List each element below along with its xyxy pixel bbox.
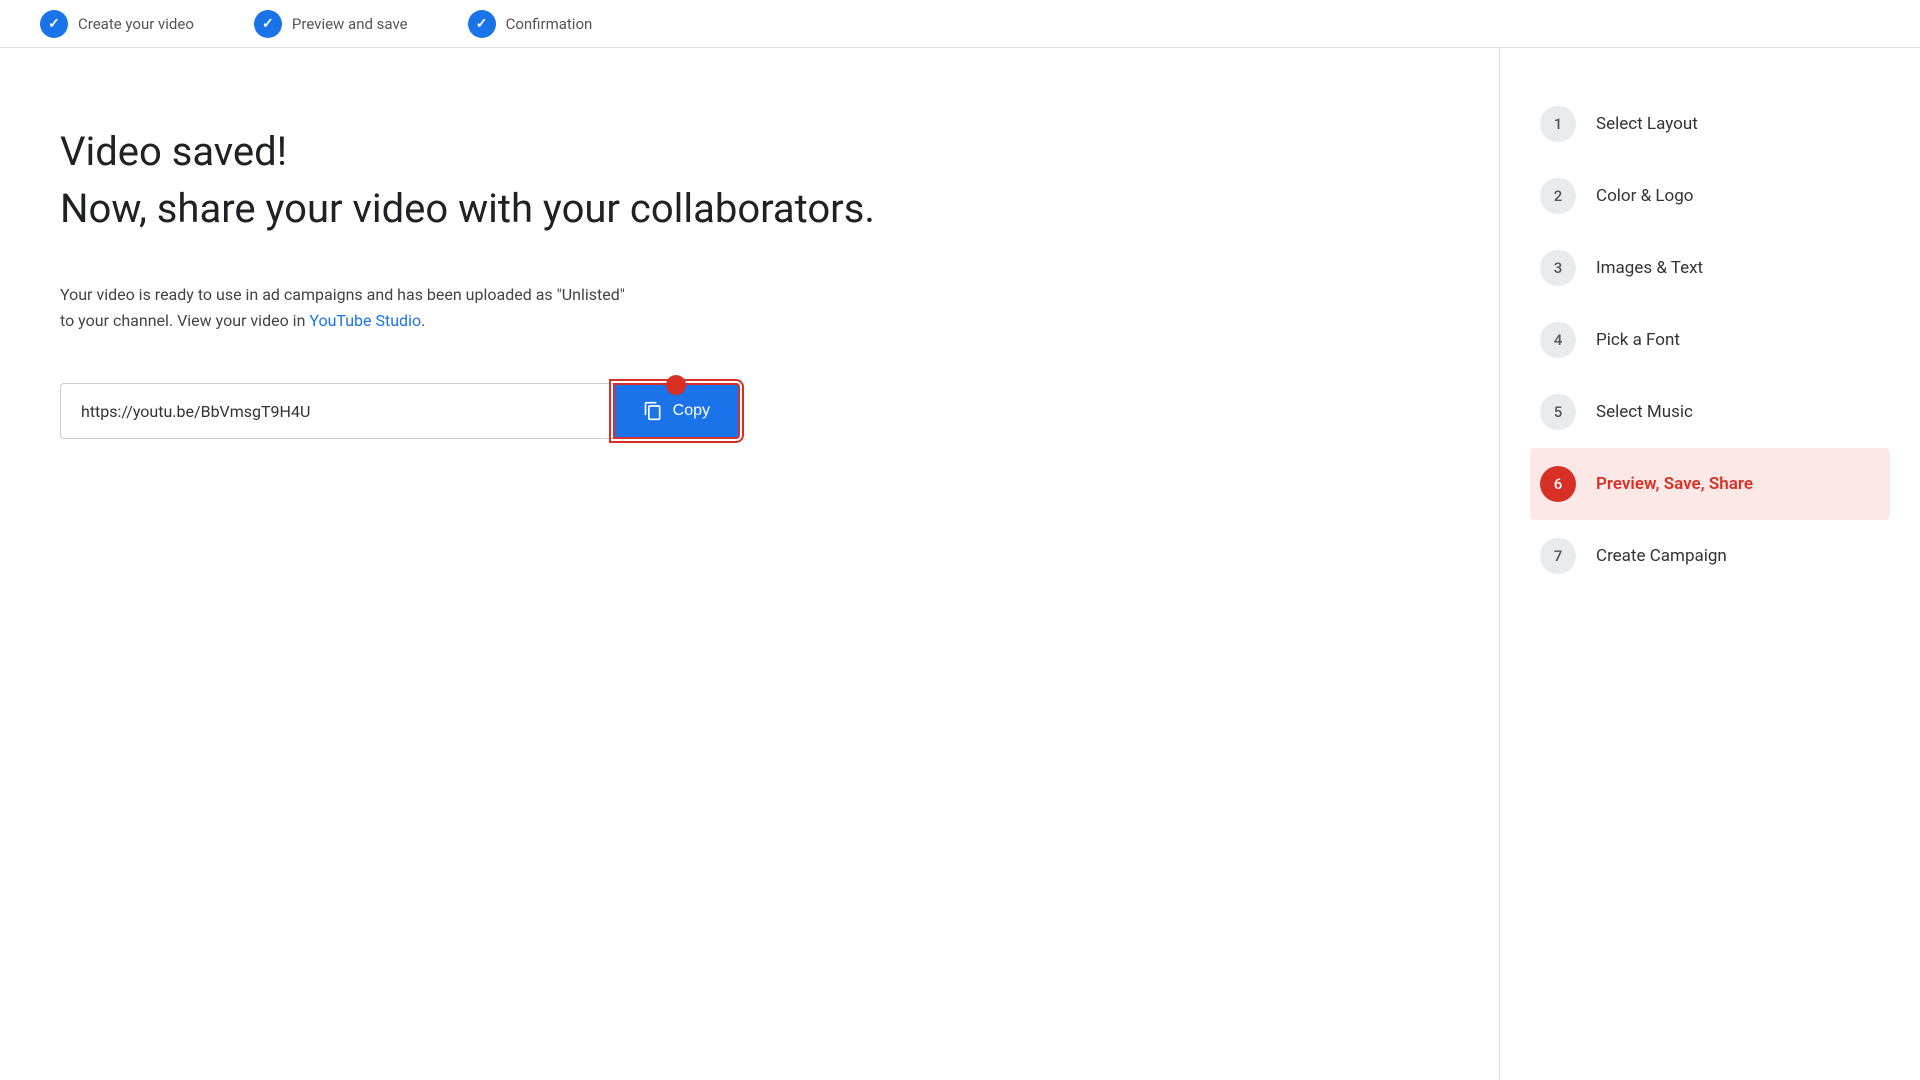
sidebar-num-create-campaign: 7 — [1540, 538, 1576, 574]
step-circle-confirmation — [468, 10, 496, 38]
sidebar-item-create-campaign[interactable]: 7 Create Campaign — [1530, 520, 1890, 592]
content-area: Video saved! Now, share your video with … — [0, 48, 1500, 1080]
video-saved-heading: Video saved! — [60, 128, 1439, 175]
youtube-studio-link[interactable]: YouTube Studio — [309, 311, 421, 330]
description-text: Your video is ready to use in ad campaig… — [60, 282, 960, 333]
sidebar-num-pick-font: 4 — [1540, 322, 1576, 358]
video-url-text: https://youtu.be/BbVmsgT9H4U — [81, 402, 310, 421]
step-label-confirmation: Confirmation — [506, 15, 593, 33]
sidebar-label-pick-font: Pick a Font — [1596, 330, 1680, 350]
sidebar-label-select-layout: Select Layout — [1596, 114, 1698, 134]
description-end: . — [421, 311, 425, 330]
sidebar-label-preview-save-share: Preview, Save, Share — [1596, 474, 1753, 494]
top-progress-bar: Create your video Preview and save Confi… — [0, 0, 1920, 48]
step-label-preview-save: Preview and save — [292, 15, 408, 33]
sidebar-num-images-text: 3 — [1540, 250, 1576, 286]
step-circle-preview-save — [254, 10, 282, 38]
main-layout: Video saved! Now, share your video with … — [0, 48, 1920, 1080]
description-part1: Your video is ready to use in ad campaig… — [60, 285, 625, 304]
sidebar-num-select-music: 5 — [1540, 394, 1576, 430]
step-preview-save: Preview and save — [254, 10, 408, 38]
sidebar: 1 Select Layout 2 Color & Logo 3 Images … — [1500, 48, 1920, 1080]
url-copy-row: https://youtu.be/BbVmsgT9H4U Copy — [60, 383, 740, 439]
sidebar-item-select-music[interactable]: 5 Select Music — [1530, 376, 1890, 448]
sidebar-item-preview-save-share[interactable]: 6 Preview, Save, Share — [1530, 448, 1890, 520]
copy-icon — [643, 401, 663, 421]
sidebar-num-select-layout: 1 — [1540, 106, 1576, 142]
sidebar-num-color-logo: 2 — [1540, 178, 1576, 214]
step-circle-create-video — [40, 10, 68, 38]
description-part2: to your channel. View your video in — [60, 311, 309, 330]
copy-notification-dot — [666, 375, 686, 395]
step-confirmation: Confirmation — [468, 10, 593, 38]
share-subtitle-heading: Now, share your video with your collabor… — [60, 185, 1439, 232]
sidebar-item-color-logo[interactable]: 2 Color & Logo — [1530, 160, 1890, 232]
copy-button-label: Copy — [673, 402, 710, 420]
step-label-create-video: Create your video — [78, 15, 194, 33]
step-create-video: Create your video — [40, 10, 194, 38]
sidebar-label-images-text: Images & Text — [1596, 258, 1703, 278]
sidebar-item-select-layout[interactable]: 1 Select Layout — [1530, 88, 1890, 160]
sidebar-label-create-campaign: Create Campaign — [1596, 546, 1727, 566]
sidebar-num-preview-save-share: 6 — [1540, 466, 1576, 502]
video-url-display: https://youtu.be/BbVmsgT9H4U — [60, 383, 613, 439]
sidebar-item-images-text[interactable]: 3 Images & Text — [1530, 232, 1890, 304]
sidebar-label-select-music: Select Music — [1596, 402, 1693, 422]
copy-button-wrapper: Copy — [613, 383, 740, 439]
sidebar-item-pick-font[interactable]: 4 Pick a Font — [1530, 304, 1890, 376]
sidebar-label-color-logo: Color & Logo — [1596, 186, 1693, 206]
